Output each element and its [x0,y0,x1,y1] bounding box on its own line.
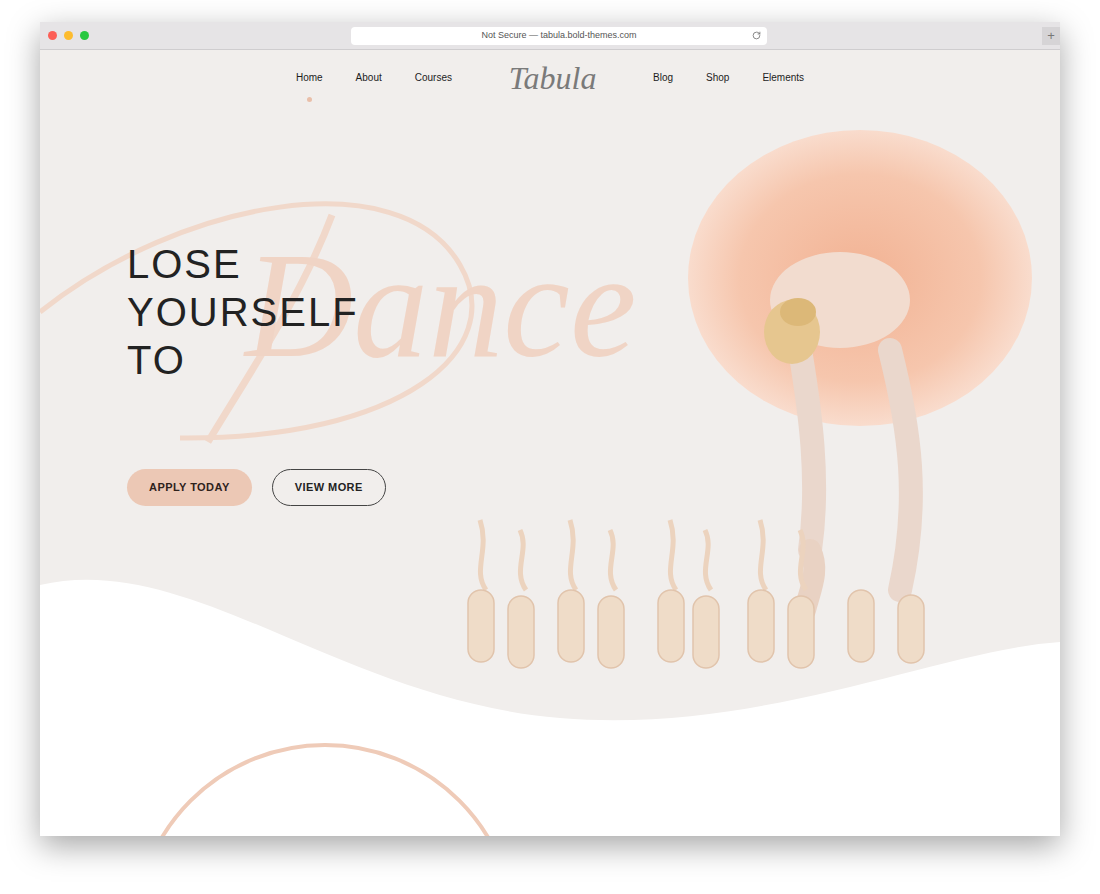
ballerina-photo [40,50,1060,836]
nav-item[interactable]: Elements [762,71,804,85]
minimize-button[interactable] [64,31,73,40]
apply-button[interactable]: APPLY TODAY [127,469,252,506]
screen: Not Secure — tabula.bold-themes.com+Danc… [0,0,1100,894]
view-more-button[interactable]: VIEW MORE [272,469,386,506]
active-dot [307,97,312,102]
nav-item[interactable]: Shop [706,71,729,85]
nav-item[interactable]: Blog [653,71,673,85]
title-bar: Not Secure — tabula.bold-themes.com + [40,22,1060,50]
nav-item[interactable]: Courses [415,71,452,85]
logo[interactable]: Tabula [494,62,611,94]
new-tab-button[interactable]: + [1042,27,1060,45]
hero-heading: LOSEYOURSELFTO [127,240,1060,384]
hero: LOSEYOURSELFTO APPLY TODAY VIEW MORE [40,106,1060,506]
zoom-button[interactable] [80,31,89,40]
reload-icon[interactable] [752,31,761,40]
nav-item[interactable]: Home [296,71,323,85]
nav-item[interactable]: About [356,71,382,85]
browser-window: Not Secure — tabula.bold-themes.com+Danc… [40,22,1060,836]
close-button[interactable] [48,31,57,40]
address-bar[interactable]: Not Secure — tabula.bold-themes.com [351,27,767,45]
main-nav: Home About Courses Tabula Blog Shop Elements [40,50,1060,106]
page: DanceHomeAboutCoursesTabulaBlogShopEleme… [40,50,1060,836]
